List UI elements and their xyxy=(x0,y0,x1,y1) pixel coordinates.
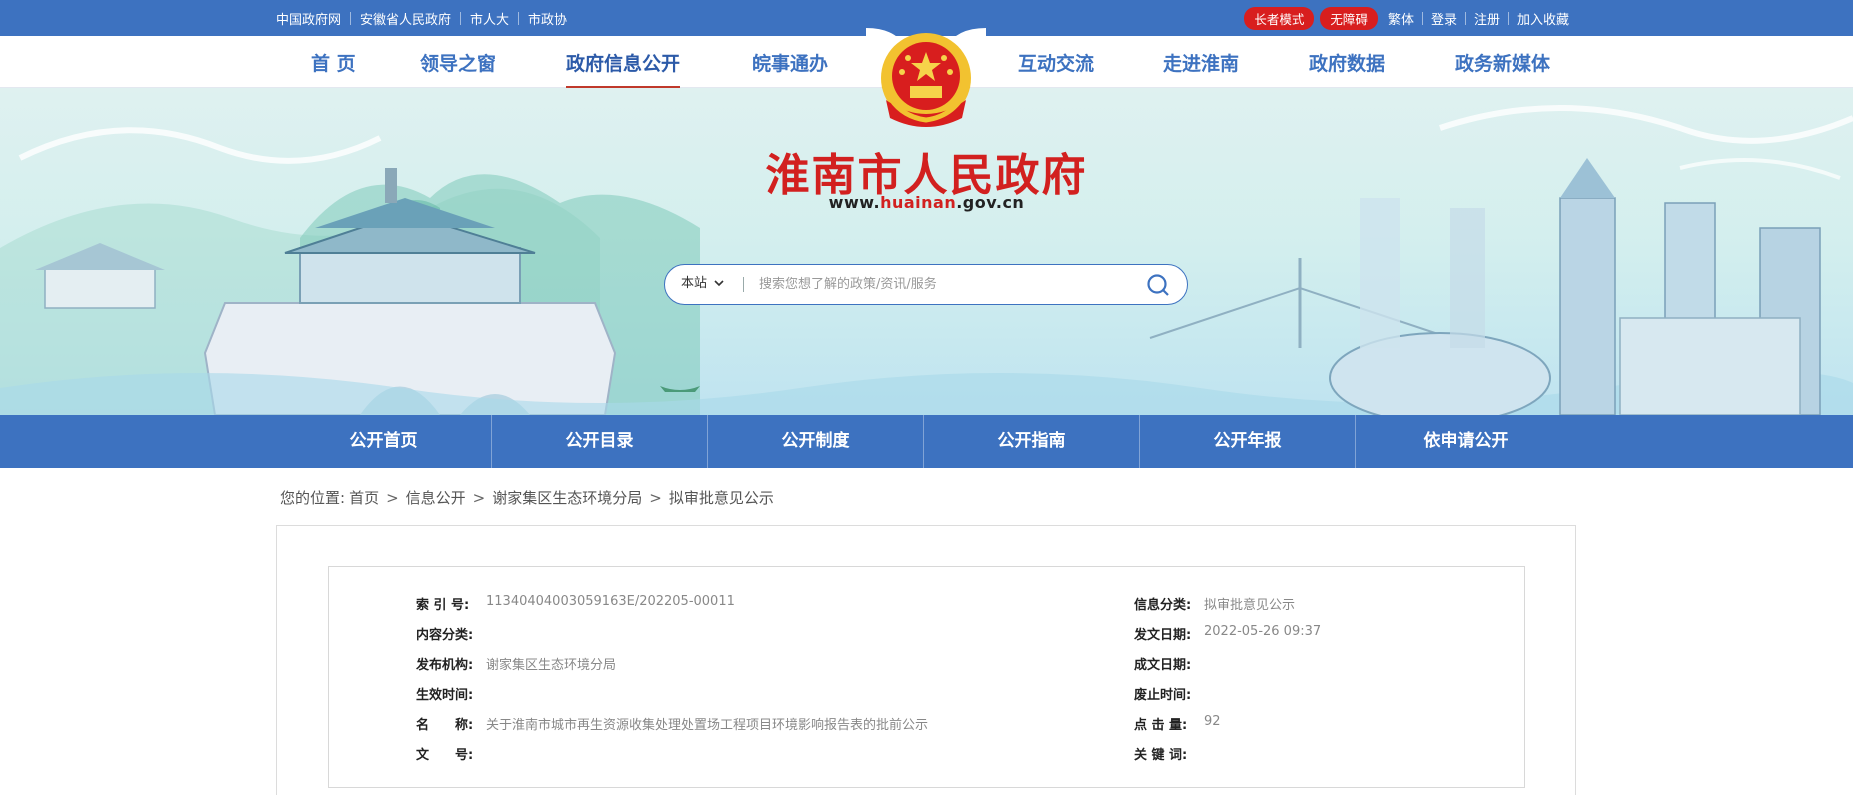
nav-item-new-media[interactable]: 政务新媒体 xyxy=(1455,36,1550,88)
site-url-prefix: www. xyxy=(828,193,881,212)
nav-item-interaction[interactable]: 互动交流 xyxy=(1018,36,1094,88)
meta-value: 11340404003059163E/202205-00011 xyxy=(486,594,735,609)
login-link[interactable]: 登录 xyxy=(1431,9,1457,28)
divider xyxy=(1464,11,1466,25)
elder-mode-button[interactable]: 长者模式 xyxy=(1244,6,1315,30)
add-favorite-link[interactable]: 加入收藏 xyxy=(1517,9,1569,28)
breadcrumb-home[interactable]: 首页 xyxy=(349,487,379,508)
subnav-item-annual-report[interactable]: 公开年报 xyxy=(1140,415,1355,468)
divider xyxy=(743,277,744,292)
traditional-chinese-link[interactable]: 繁体 xyxy=(1388,9,1414,28)
breadcrumb-info[interactable]: 信息公开 xyxy=(406,487,466,508)
chevron-down-icon xyxy=(714,280,724,287)
meta-label: 发文日期: xyxy=(1134,628,1192,643)
subnav-item-apply[interactable]: 依申请公开 xyxy=(1356,415,1576,468)
search-input[interactable] xyxy=(759,273,1099,295)
subnav-item-catalog[interactable]: 公开目录 xyxy=(492,415,707,468)
meta-label: 发布机构: xyxy=(416,658,474,673)
national-emblem xyxy=(866,28,986,140)
top-actions: 长者模式 无障碍 繁体 登录 注册 加入收藏 xyxy=(1244,0,1569,36)
search-button[interactable] xyxy=(1145,272,1171,298)
divider xyxy=(460,11,462,25)
site-url-domain: huainan xyxy=(880,193,957,212)
nav-item-services[interactable]: 皖事通办 xyxy=(752,36,828,88)
site-url-suffix: .gov.cn xyxy=(956,193,1025,212)
top-link-npc[interactable]: 市人大 xyxy=(470,9,509,28)
nav-item-about[interactable]: 走进淮南 xyxy=(1163,36,1239,88)
meta-label: 文 号: xyxy=(416,748,474,763)
meta-expire-time: 废止时间: xyxy=(1134,684,1204,703)
subnav-item-home[interactable]: 公开首页 xyxy=(276,415,491,468)
meta-keywords: 关 键 词: xyxy=(1134,744,1204,763)
subnav-item-guide[interactable]: 公开指南 xyxy=(924,415,1139,468)
breadcrumb-separator: > xyxy=(472,488,486,507)
meta-effective-time: 生效时间: xyxy=(416,684,486,703)
search-box: 本站 xyxy=(664,264,1188,305)
meta-value: 2022-05-26 09:37 xyxy=(1204,624,1322,639)
register-link[interactable]: 注册 xyxy=(1474,9,1500,28)
top-link-gov[interactable]: 中国政府网 xyxy=(276,9,341,28)
meta-label: 成文日期: xyxy=(1134,658,1192,673)
meta-label: 名 称: xyxy=(416,718,474,733)
breadcrumb: 您的位置: 首页 > 信息公开 > 谢家集区生态环境分局 > 拟审批意见公示 xyxy=(280,487,774,508)
divider xyxy=(518,11,520,25)
meta-label: 关 键 词: xyxy=(1134,748,1188,763)
top-link-cppcc[interactable]: 市政协 xyxy=(528,9,567,28)
meta-create-date: 成文日期: xyxy=(1134,654,1204,673)
breadcrumb-separator: > xyxy=(649,488,662,507)
search-scope-select[interactable]: 本站 xyxy=(681,265,724,303)
site-url: www.huainan.gov.cn xyxy=(0,193,1853,212)
meta-document-number: 文 号: xyxy=(416,744,486,763)
meta-publisher: 发布机构: 谢家集区生态环境分局 xyxy=(416,654,616,673)
divider xyxy=(1507,11,1509,25)
meta-value: 92 xyxy=(1204,714,1221,729)
meta-index-number: 索 引 号: 11340404003059163E/202205-00011 xyxy=(416,594,735,613)
meta-info-category: 信息分类: 拟审批意见公示 xyxy=(1134,594,1295,613)
top-link-anhui[interactable]: 安徽省人民政府 xyxy=(360,9,451,28)
meta-label: 内容分类: xyxy=(416,628,474,643)
meta-value: 谢家集区生态环境分局 xyxy=(486,658,617,673)
meta-label: 生效时间: xyxy=(416,688,474,703)
meta-value: 关于淮南市城市再生资源收集处理处置场工程项目环境影响报告表的批前公示 xyxy=(486,718,929,733)
meta-content-category: 内容分类: xyxy=(416,624,486,643)
divider xyxy=(1421,11,1423,25)
divider xyxy=(350,11,352,25)
info-disclosure-nav: 公开首页 公开目录 公开制度 公开指南 公开年报 依申请公开 xyxy=(0,415,1853,468)
nav-item-gov-info[interactable]: 政府信息公开 xyxy=(566,36,681,88)
breadcrumb-prefix: 您的位置: xyxy=(280,489,346,507)
meta-label: 信息分类: xyxy=(1134,598,1192,613)
meta-name: 名 称: 关于淮南市城市再生资源收集处理处置场工程项目环境影响报告表的批前公示 xyxy=(416,714,928,733)
nav-item-home[interactable]: 首 页 xyxy=(311,36,356,88)
meta-value: 拟审批意见公示 xyxy=(1204,598,1296,613)
breadcrumb-separator: > xyxy=(386,488,399,507)
top-links: 中国政府网 安徽省人民政府 市人大 市政协 xyxy=(276,0,567,36)
meta-issue-date: 发文日期: 2022-05-26 09:37 xyxy=(1134,624,1321,643)
meta-label: 点 击 量: xyxy=(1134,718,1188,733)
meta-click-count: 点 击 量: 92 xyxy=(1134,714,1221,733)
search-scope-label: 本站 xyxy=(681,276,708,291)
breadcrumb-current[interactable]: 拟审批意见公示 xyxy=(669,487,774,508)
search-icon xyxy=(1147,274,1169,296)
meta-label: 索 引 号: xyxy=(416,598,470,613)
breadcrumb-bureau[interactable]: 谢家集区生态环境分局 xyxy=(492,487,642,508)
nav-item-leaders[interactable]: 领导之窗 xyxy=(420,36,496,88)
nav-item-data[interactable]: 政府数据 xyxy=(1309,36,1385,88)
accessibility-button[interactable]: 无障碍 xyxy=(1320,6,1378,30)
subnav-item-system[interactable]: 公开制度 xyxy=(708,415,923,468)
meta-label: 废止时间: xyxy=(1134,688,1192,703)
